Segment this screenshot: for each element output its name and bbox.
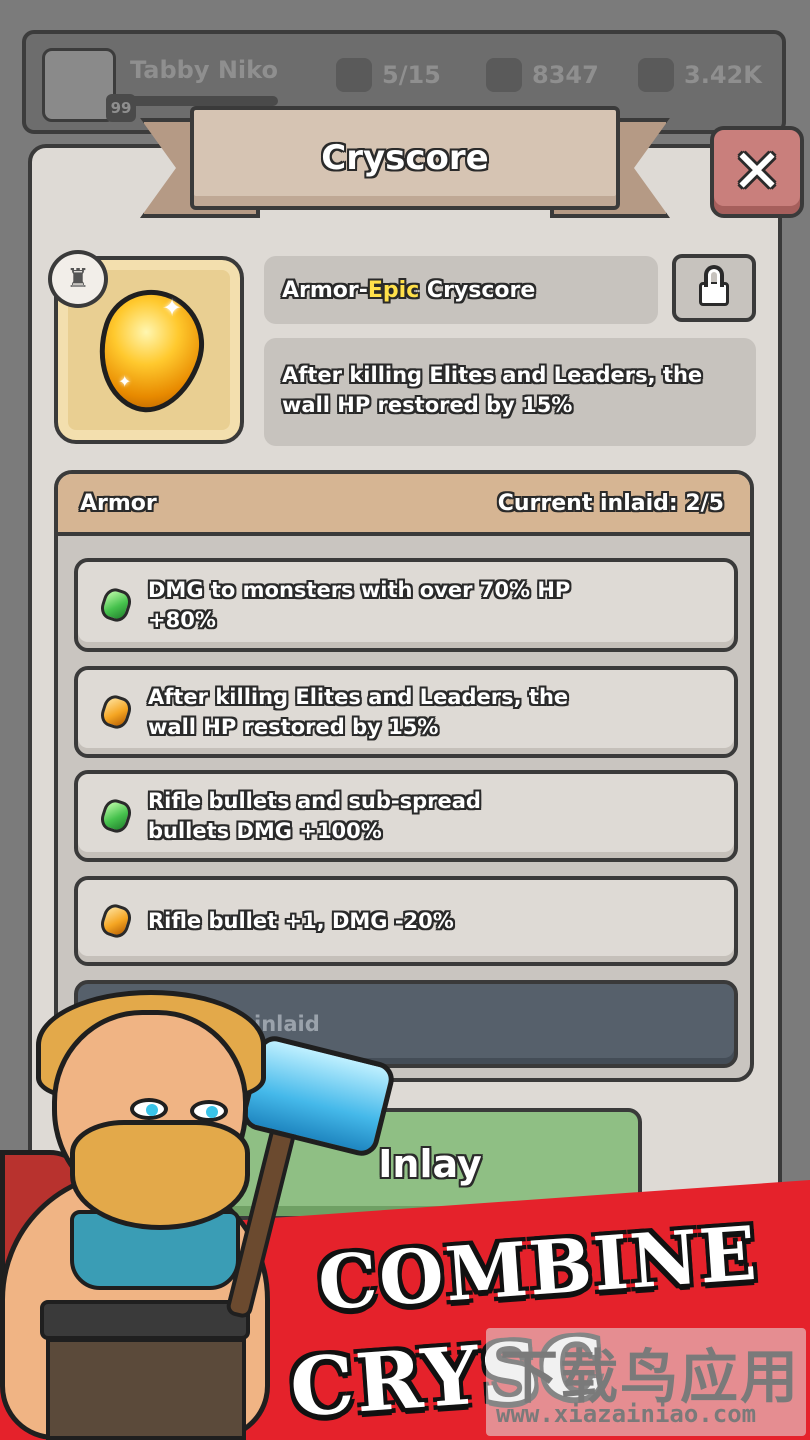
inlay-slot[interactable]: DMG to monsters with over 70% HP +80% <box>74 558 738 652</box>
slots-header: Armor Current inlaid: 2/5 <box>58 474 750 536</box>
player-name: Tabby Niko <box>130 56 278 84</box>
lock-icon <box>699 265 729 306</box>
orange-gem-icon <box>97 901 135 941</box>
item-description: After killing Elites and Leaders, the wa… <box>264 338 756 446</box>
player-xp-bar <box>130 96 278 106</box>
resource-crystal[interactable]: 5/15 <box>336 58 441 92</box>
resource-meat-value: 3.42K <box>684 61 762 89</box>
dialog-title: Cryscore <box>321 138 489 178</box>
green-gem-icon <box>97 585 135 625</box>
slots-inlaid-count: Current inlaid: 2/5 <box>497 490 724 516</box>
green-gem-icon <box>97 796 135 836</box>
meat-plus-icon <box>638 58 674 92</box>
resource-crystal-value: 5/15 <box>382 61 441 89</box>
orange-gem-icon <box>97 692 135 732</box>
item-type: Armor- <box>282 277 368 303</box>
slot-text: After killing Elites and Leaders, the wa… <box>148 685 569 739</box>
sparkle-icon: ✦ <box>118 372 132 391</box>
resource-rock[interactable]: 8347 <box>486 58 599 92</box>
item-rarity: Epic <box>367 277 420 303</box>
close-icon: ✕ <box>731 137 783 207</box>
inlay-slot[interactable]: After killing Elites and Leaders, the wa… <box>74 666 738 758</box>
watermark-url: www.xiazainiao.com <box>496 1400 757 1428</box>
inlay-slot[interactable]: Rifle bullet +1, DMG -20% <box>74 876 738 966</box>
player-avatar[interactable] <box>42 48 116 122</box>
slot-text: Rifle bullets and sub-spread bullets DMG… <box>148 789 481 843</box>
slots-category: Armor <box>80 490 157 516</box>
item-name: Armor- Epic Cryscore <box>264 256 658 324</box>
slot-text: DMG to monsters with over 70% HP +80% <box>148 578 571 632</box>
epic-cryscore-gem-icon <box>81 276 219 426</box>
lock-button[interactable] <box>672 254 756 322</box>
item-name-suffix: Cryscore <box>419 277 536 303</box>
slot-text: Rifle bullet +1, DMG -20% <box>148 909 454 933</box>
inlay-slot[interactable]: Rifle bullets and sub-spread bullets DMG… <box>74 770 738 862</box>
hero-belt <box>40 1300 250 1340</box>
resource-rock-value: 8347 <box>532 61 599 89</box>
inlay-button-label: Inlay <box>378 1142 482 1186</box>
armor-icon: ♜ <box>48 250 108 308</box>
resource-meat[interactable]: 3.42K <box>638 58 762 92</box>
crystal-ore-icon <box>336 58 372 92</box>
hero-eye-left <box>130 1098 168 1120</box>
hero-beard <box>70 1120 250 1230</box>
sparkle-icon: ✦ <box>162 294 183 322</box>
close-button[interactable]: ✕ <box>710 126 804 218</box>
rock-plus-icon <box>486 58 522 92</box>
dialog-title-banner: Cryscore <box>190 106 620 210</box>
hero-pants <box>46 1338 246 1440</box>
hero-eye-right <box>190 1100 228 1122</box>
